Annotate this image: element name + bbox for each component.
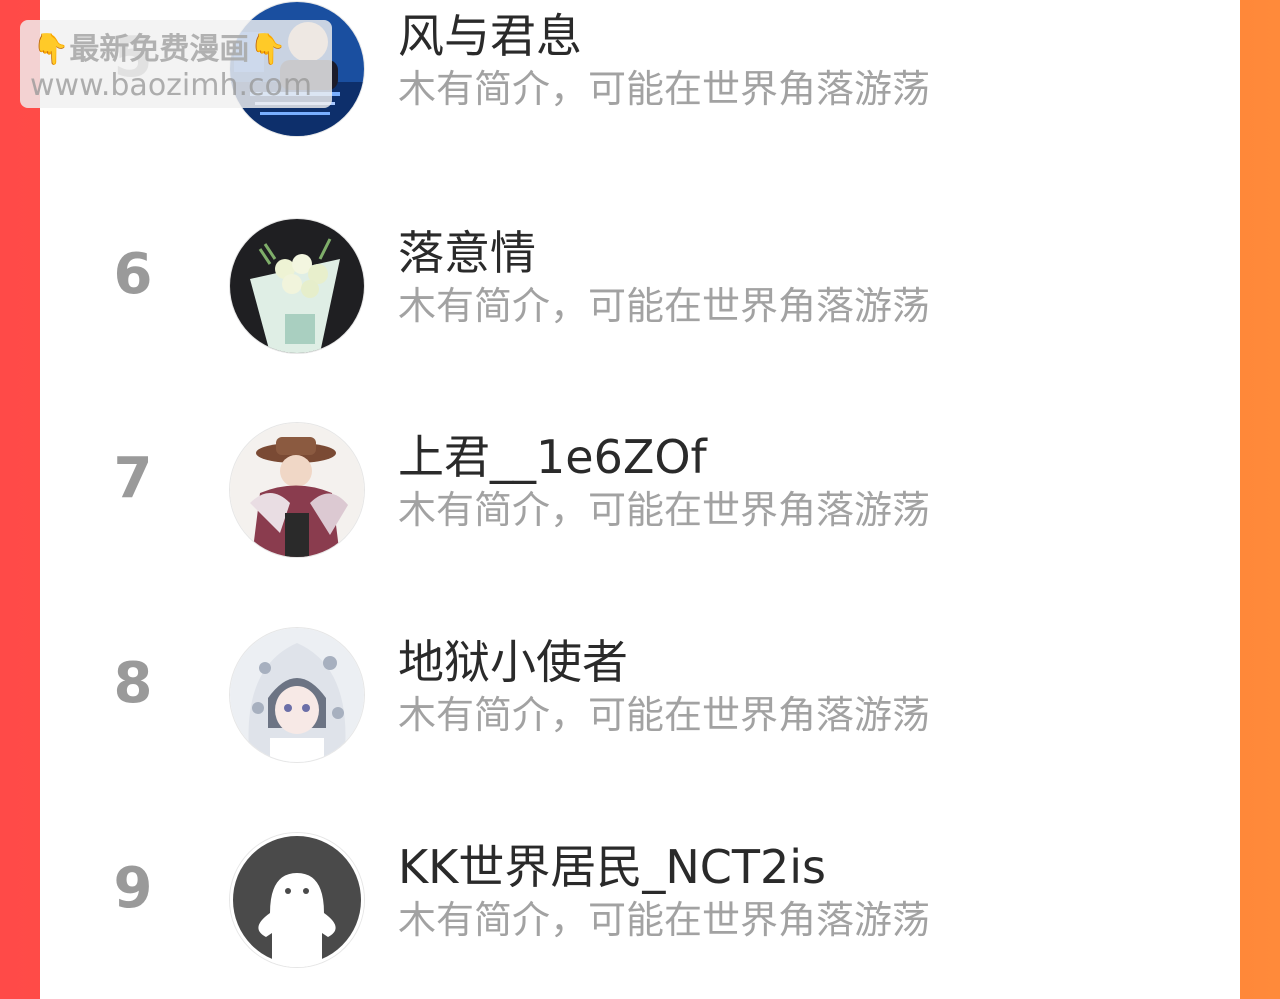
ranking-list: 5 风与君息 木有简介，可能在世界角落游荡 6 <box>40 0 1240 999</box>
user-bio: 木有简介，可能在世界角落游荡 <box>398 284 931 328</box>
ranking-item[interactable]: 7 上君__1e6ZOf 木有简介，可能在世界角落游荡 <box>40 409 1240 557</box>
pointing-down-icon: 👇 <box>32 32 70 67</box>
avatar-default-icon[interactable] <box>230 833 364 967</box>
watermark-text: 最新免费漫画 <box>69 32 250 67</box>
ranking-item[interactable]: 9 KK世界居民_NCT2is 木有简介，可能在世界角落游荡 <box>40 819 1240 967</box>
user-bio: 木有简介，可能在世界角落游荡 <box>398 488 931 532</box>
user-bio: 木有简介，可能在世界角落游荡 <box>398 693 931 737</box>
avatar-hat-character-icon[interactable] <box>230 423 364 557</box>
user-bio: 木有简介，可能在世界角落游荡 <box>398 67 931 111</box>
user-name[interactable]: 落意情 <box>398 223 536 283</box>
rank-number: 9 <box>113 856 153 921</box>
user-name[interactable]: 风与君息 <box>398 6 582 66</box>
watermark-title: 👇最新免费漫画👇 <box>32 30 287 70</box>
user-bio: 木有简介，可能在世界角落游荡 <box>398 898 931 942</box>
avatar-flowers-icon[interactable] <box>230 219 364 353</box>
user-name[interactable]: KK世界居民_NCT2is <box>398 837 826 897</box>
user-name[interactable]: 上君__1e6ZOf <box>398 427 707 487</box>
rank-number: 8 <box>113 651 153 716</box>
ranking-panel: 5 风与君息 木有简介，可能在世界角落游荡 6 <box>40 0 1240 999</box>
pointing-down-icon: 👇 <box>249 32 287 67</box>
watermark-url: www.baozimh.com <box>30 68 313 103</box>
avatar-anime-hood-icon[interactable] <box>230 628 364 762</box>
ranking-item[interactable]: 6 落意情 木有简介，可能在世界角落游荡 <box>40 205 1240 353</box>
user-name[interactable]: 地狱小使者 <box>398 632 628 692</box>
rank-number: 6 <box>113 242 153 307</box>
rank-number: 7 <box>113 446 153 511</box>
ranking-item[interactable]: 8 地狱小使者 木有简介，可能在世界角落游荡 <box>40 614 1240 762</box>
site-watermark: 👇最新免费漫画👇 www.baozimh.com <box>20 20 332 108</box>
